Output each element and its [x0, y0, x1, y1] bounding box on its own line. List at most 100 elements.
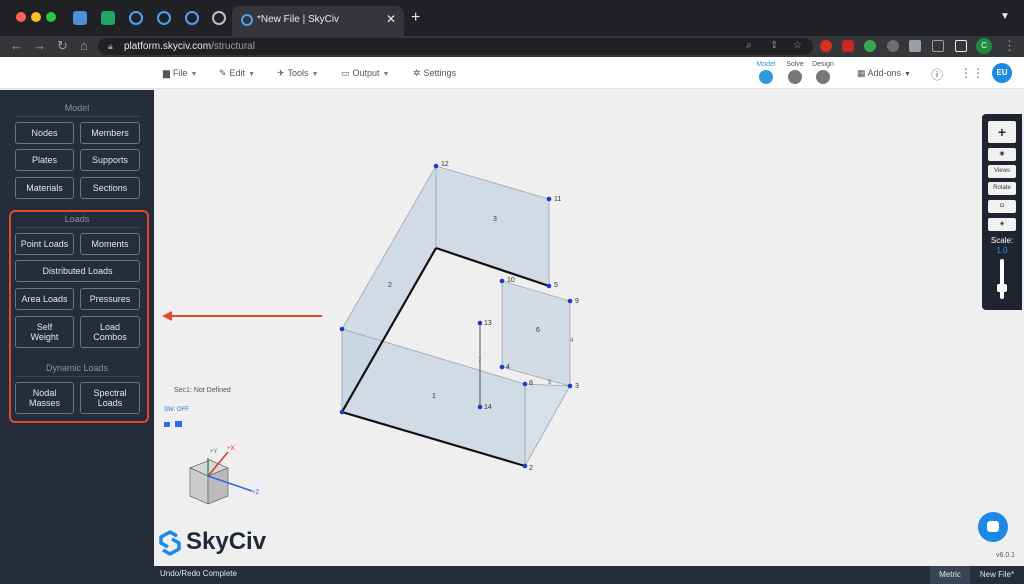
version-label: v6.0.1	[996, 552, 1016, 559]
extension-icon[interactable]	[842, 40, 854, 52]
close-window-button[interactable]	[16, 12, 26, 22]
stage-model[interactable]: Model	[752, 61, 780, 84]
pinned-tab-globe-icon[interactable]	[212, 11, 226, 25]
extension-icon[interactable]	[820, 40, 832, 52]
unlock-icon	[164, 422, 170, 427]
settings-menu[interactable]: ✲ Settings	[413, 68, 456, 79]
x-axis-label: +X	[227, 446, 235, 452]
eye-icon: ◉	[999, 151, 1005, 157]
monitor-icon: ▭	[341, 68, 350, 78]
browser-tab-bar: *New File | SkyCiv ✕ + ▼	[0, 0, 1024, 36]
search-icon[interactable]: ⌕	[746, 40, 752, 51]
plate-label: 2	[388, 282, 392, 289]
tab-title: *New File | SkyCiv	[257, 14, 340, 25]
chevron-down-icon: ▼	[190, 71, 198, 78]
scale-label: Scale:	[990, 236, 1014, 245]
sw-toggle-icons[interactable]	[163, 419, 185, 428]
browser-menu-icon[interactable]: ⋮	[1003, 39, 1016, 53]
node-label: 8	[529, 380, 533, 387]
url-text: platform.skyciv.com/structural	[124, 41, 255, 52]
units-toggle[interactable]: Metric	[930, 566, 970, 584]
skyciv-favicon-icon	[241, 14, 253, 26]
maximize-window-button[interactable]	[46, 12, 56, 22]
chevron-down-icon: ▼	[382, 71, 390, 78]
node-label: 5	[554, 282, 558, 289]
camera-icon	[175, 421, 182, 427]
member-label: 7	[478, 358, 482, 364]
profile-avatar[interactable]: C	[976, 38, 992, 54]
pencil-icon: ✎	[219, 68, 227, 78]
tab-close-icon[interactable]: ✕	[386, 12, 396, 26]
pinned-tab-skyciv-icon[interactable]	[129, 11, 143, 25]
puzzle-extensions-icon[interactable]	[909, 40, 921, 52]
extension-icon[interactable]	[864, 40, 876, 52]
pinned-tab-skyciv-icon[interactable]	[185, 11, 199, 25]
loads-highlight-box	[9, 210, 149, 423]
members-button[interactable]: Members	[80, 122, 140, 144]
materials-button[interactable]: Materials	[15, 177, 74, 199]
axis-gizmo[interactable]	[180, 444, 266, 514]
solve-cloud-icon	[788, 70, 802, 84]
file-name-label[interactable]: New File*	[974, 566, 1020, 584]
tools-menu[interactable]: ✈ Tools ▼	[277, 68, 319, 79]
grid-icon: ▦	[857, 68, 868, 78]
forward-arrow-icon[interactable]: →	[33, 39, 46, 53]
url-omnibox[interactable]: 🔒︎ platform.skyciv.com/structural ⌕ ⇪ ☆	[98, 38, 813, 55]
render-mode-button[interactable]: ◈	[988, 218, 1016, 231]
node-label: 14	[484, 404, 492, 411]
plate-label: 4	[570, 338, 574, 344]
chevron-down-icon: ▼	[311, 71, 319, 78]
model-section-title: Model	[64, 103, 90, 113]
self-weight-status[interactable]: SW: OFF	[164, 407, 189, 413]
cast-icon[interactable]	[932, 40, 944, 52]
back-arrow-icon[interactable]: ←	[10, 39, 23, 53]
screenshot-button[interactable]: ◘	[988, 200, 1016, 213]
supports-button[interactable]: Supports	[80, 149, 140, 171]
stage-solve[interactable]: Solve	[781, 61, 809, 84]
new-tab-button[interactable]: +	[411, 9, 420, 27]
user-avatar[interactable]: EU	[992, 63, 1012, 83]
pinned-tab-skyciv-icon[interactable]	[157, 11, 171, 25]
model-viewport[interactable]	[154, 90, 1024, 566]
zoom-in-button[interactable]: +	[988, 121, 1016, 143]
home-icon[interactable]: ⌂	[80, 39, 88, 53]
skyciv-app-window: *New File | SkyCiv ✕ + ▼ ← → ↻ ⌂ 🔒︎ plat…	[0, 0, 1024, 584]
plate-label: 6	[536, 327, 540, 334]
tab-search-chevron-icon[interactable]: ▼	[1000, 11, 1010, 22]
addons-menu[interactable]: ▦ Add-ons ▼	[857, 68, 911, 79]
apps-grid-icon[interactable]: ⋮⋮	[960, 66, 984, 80]
views-button[interactable]: Views	[988, 165, 1016, 178]
pinned-tab-sheets-icon[interactable]	[101, 11, 115, 25]
divider	[16, 116, 140, 117]
nodes-button[interactable]: Nodes	[15, 122, 74, 144]
node-label: 3	[575, 383, 579, 390]
active-tab[interactable]: *New File | SkyCiv ✕	[232, 6, 404, 36]
edit-menu[interactable]: ✎ Edit ▼	[219, 68, 255, 79]
help-icon[interactable]: ⓘ	[931, 66, 943, 83]
plates-button[interactable]: Plates	[15, 149, 74, 171]
stage-design[interactable]: Design	[809, 61, 837, 84]
z-axis-label: +Z	[252, 490, 260, 496]
rotate-button[interactable]: Rotate	[988, 182, 1016, 195]
file-menu[interactable]: ▆ File ▼	[163, 68, 197, 79]
sidepanel-icon[interactable]	[955, 40, 967, 52]
pinned-tab-calendar-icon[interactable]	[73, 11, 87, 25]
scale-slider-handle[interactable]	[997, 284, 1007, 292]
chat-support-button[interactable]	[978, 512, 1008, 542]
design-icon	[816, 70, 830, 84]
sections-button[interactable]: Sections	[80, 177, 140, 199]
reload-icon[interactable]: ↻	[57, 39, 68, 53]
minimize-window-button[interactable]	[31, 12, 41, 22]
bookmark-star-icon[interactable]: ☆	[793, 40, 802, 51]
visibility-button[interactable]: ◉	[988, 148, 1016, 161]
section-info-text: Sec1: Not Defined	[174, 387, 231, 394]
output-menu[interactable]: ▭ Output ▼	[341, 68, 389, 79]
scale-slider-track[interactable]	[1000, 259, 1004, 299]
extension-icon[interactable]	[887, 40, 899, 52]
skyciv-logo: SkyCiv	[158, 528, 266, 561]
node-label: 13	[484, 320, 492, 327]
lock-icon: 🔒︎	[108, 41, 113, 51]
view-controls-panel: + ◉ Views Rotate ◘ ◈ Scale: 1.0	[982, 114, 1022, 310]
left-sidebar: Model Nodes Members Plates Supports Mate…	[0, 90, 154, 584]
share-icon[interactable]: ⇪	[770, 40, 778, 51]
